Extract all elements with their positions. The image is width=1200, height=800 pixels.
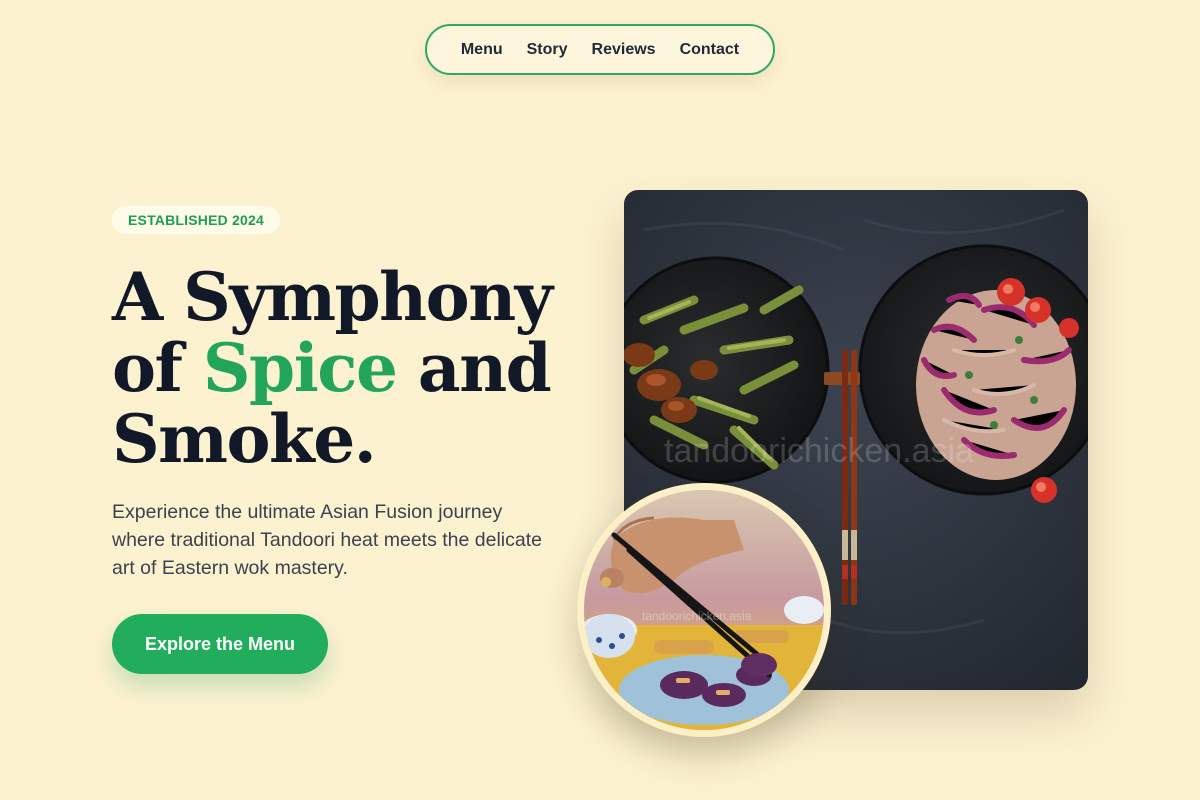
headline-and: and	[396, 329, 552, 407]
nav-link-contact[interactable]: Contact	[680, 41, 740, 59]
headline-line-1: A Symphony	[112, 258, 553, 336]
inset-photo-watermark: tandoorichicken.asia	[642, 609, 752, 623]
headline-line-3: Smoke.	[112, 400, 377, 478]
nav-link-menu[interactable]: Menu	[461, 41, 503, 59]
hero-headline: A Symphony of Spice and Smoke.	[112, 262, 582, 475]
hero-intro-text: Experience the ultimate Asian Fusion jou…	[112, 501, 542, 579]
headline-accent-word: Spice	[202, 329, 398, 407]
inset-food-photo: tandoorichicken.asia	[577, 483, 831, 737]
main-photo-watermark: tandoorichicken.asia	[664, 432, 974, 470]
nav-link-story[interactable]: Story	[527, 41, 568, 59]
nav-link-reviews[interactable]: Reviews	[592, 41, 656, 59]
established-badge: ESTABLISHED 2024	[112, 206, 280, 234]
headline-of: of	[112, 329, 203, 407]
top-nav: Menu Story Reviews Contact	[425, 24, 775, 75]
explore-menu-button[interactable]: Explore the Menu	[112, 614, 328, 674]
